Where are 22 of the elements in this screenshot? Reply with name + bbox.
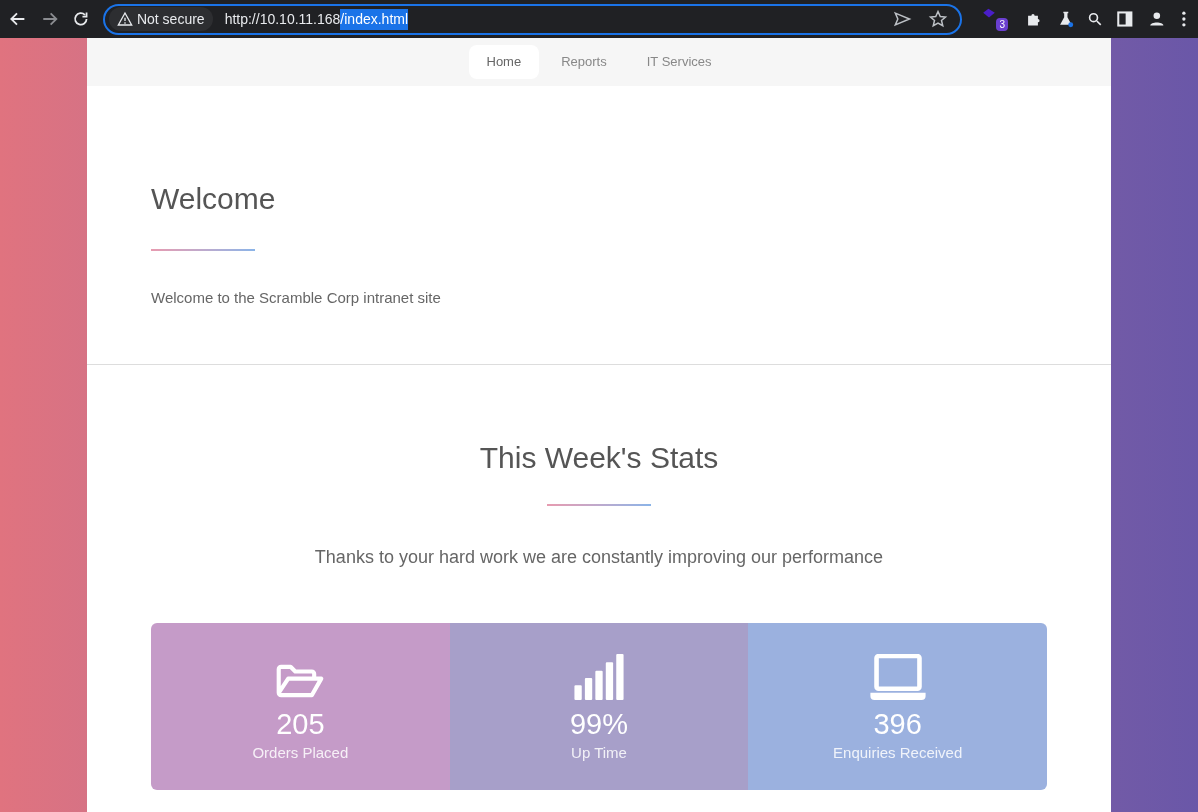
warning-icon [116, 11, 133, 27]
section-subtitle: Thanks to your hard work we are constantly improving our performance [314, 546, 884, 569]
welcome-text: Welcome to the Scramble Corp intranet site [151, 288, 442, 308]
stat-value: 99% [570, 706, 629, 742]
url-path: /index.html [340, 8, 409, 30]
section-title: Welcome [151, 181, 277, 217]
section-title: This Week's Stats [479, 440, 719, 476]
star-icon[interactable] [928, 9, 949, 29]
search-icon[interactable] [1087, 11, 1103, 27]
laptop-icon [869, 653, 926, 700]
side-panel-icon[interactable] [1114, 9, 1135, 29]
extension-badge: 3 [996, 18, 1008, 31]
nav-tab[interactable]: IT Services [628, 45, 730, 79]
stat-value: 205 [276, 706, 325, 742]
nav-tab[interactable]: Home [468, 45, 540, 79]
send-icon[interactable] [892, 9, 913, 29]
stat-label: Enquiries Received [833, 742, 963, 763]
signal-bars-icon [573, 653, 625, 700]
nav-tab[interactable]: Reports [543, 45, 625, 79]
stat-label: Orders Placed [252, 742, 349, 763]
stat-value: 396 [873, 706, 922, 742]
stat-label: Up Time [571, 742, 627, 763]
